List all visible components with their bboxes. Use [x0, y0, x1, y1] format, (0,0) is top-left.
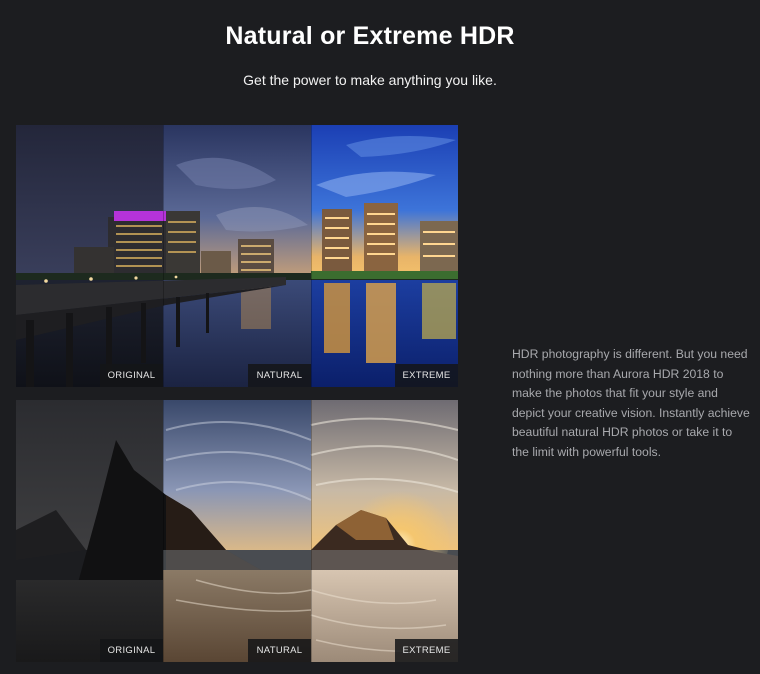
label-original: ORIGINAL	[100, 639, 163, 662]
split-divider	[163, 125, 164, 387]
beach-photo	[16, 400, 458, 662]
split-divider	[311, 125, 312, 387]
split-divider	[311, 400, 312, 662]
label-natural: NATURAL	[248, 364, 311, 387]
label-extreme: EXTREME	[395, 639, 458, 662]
label-extreme: EXTREME	[395, 364, 458, 387]
section-title: Natural or Extreme HDR	[225, 22, 515, 50]
comparison-image-beach: ORIGINAL NATURAL EXTREME	[16, 400, 458, 662]
split-divider	[163, 400, 164, 662]
section-subtitle: Get the power to make anything you like.	[243, 72, 497, 88]
label-natural: NATURAL	[248, 639, 311, 662]
label-original: ORIGINAL	[100, 364, 163, 387]
comparison-image-city: ORIGINAL NATURAL EXTREME	[16, 125, 458, 387]
feature-description: HDR photography is different. But you ne…	[512, 347, 750, 459]
city-photo	[16, 125, 458, 387]
